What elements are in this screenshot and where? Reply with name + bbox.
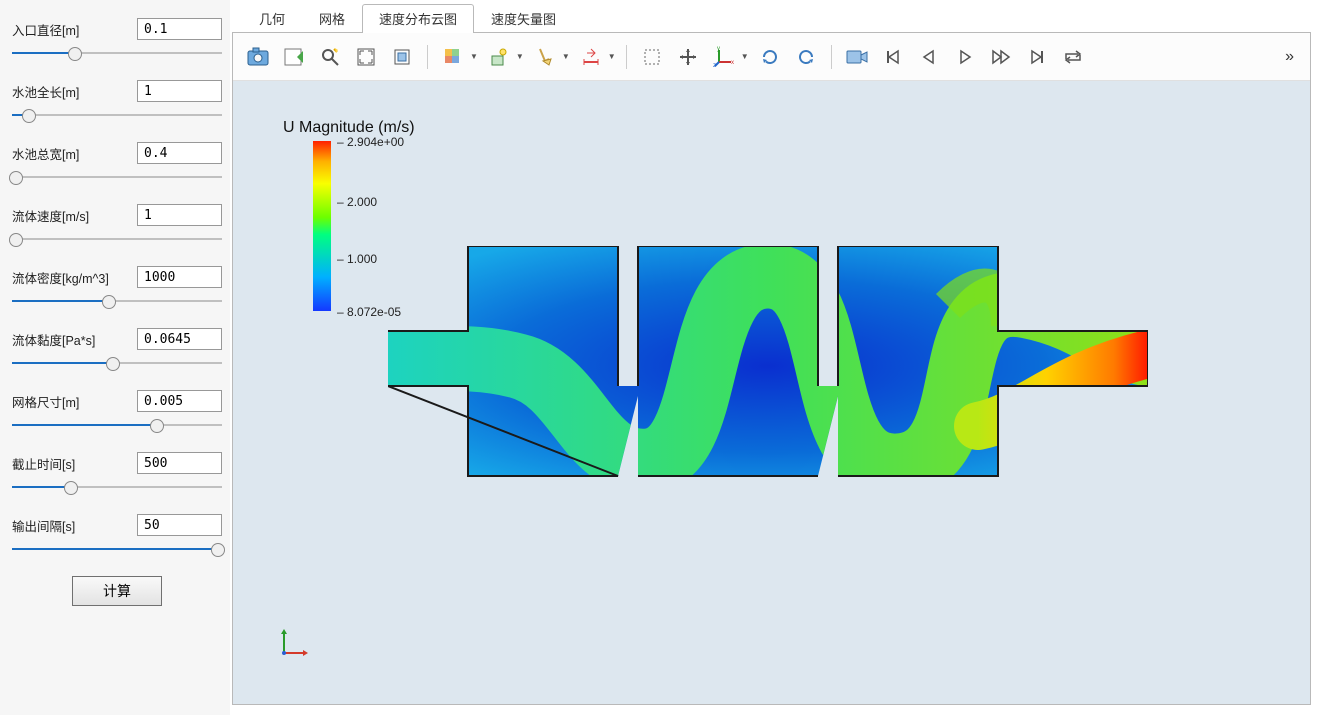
sweep-icon[interactable] xyxy=(530,42,560,72)
param-input-fluid-density[interactable] xyxy=(137,266,222,288)
param-slider-mesh-size[interactable] xyxy=(12,418,222,432)
param-label-output-interval: 输出间隔[s] xyxy=(12,516,75,535)
param-slider-end-time[interactable] xyxy=(12,480,222,494)
param-label-fluid-velocity: 流体速度[m/s] xyxy=(12,206,89,225)
main-pane: 几何网格速度分布云图速度矢量图 xyxy=(230,0,1317,715)
visibility-icon[interactable] xyxy=(484,42,514,72)
param-slider-inlet-diameter[interactable] xyxy=(12,46,222,60)
param-slider-fluid-viscosity[interactable] xyxy=(12,356,222,370)
param-slider-pool-width[interactable] xyxy=(12,170,222,184)
last-frame-icon[interactable] xyxy=(1022,42,1052,72)
orientation-triad-icon xyxy=(278,625,312,659)
dropdown-caret-icon[interactable]: ▼ xyxy=(741,52,749,61)
param-input-end-time[interactable] xyxy=(137,452,222,474)
colorbar-tick: – 2.904e+00 xyxy=(337,135,404,149)
param-label-fluid-viscosity: 流体黏度[Pa*s] xyxy=(12,330,95,349)
tab-vector-plot[interactable]: 速度矢量图 xyxy=(474,4,573,33)
first-frame-icon[interactable] xyxy=(878,42,908,72)
tab-velocity-map[interactable]: 速度分布云图 xyxy=(362,4,474,33)
param-label-pool-width: 水池总宽[m] xyxy=(12,144,79,163)
param-label-mesh-size: 网格尺寸[m] xyxy=(12,392,79,411)
param-input-pool-width[interactable] xyxy=(137,142,222,164)
param-slider-pool-length[interactable] xyxy=(12,108,222,122)
toolbar-overflow-icon[interactable]: » xyxy=(1279,44,1300,70)
rotate-ccw-icon[interactable] xyxy=(791,42,821,72)
param-label-pool-length: 水池全长[m] xyxy=(12,82,79,101)
param-label-fluid-density: 流体密度[kg/m^3] xyxy=(12,268,109,287)
zoom-icon[interactable] xyxy=(315,42,345,72)
calculate-button[interactable]: 计算 xyxy=(72,576,162,606)
camera-record-icon[interactable] xyxy=(842,42,872,72)
svg-text:x: x xyxy=(731,60,734,66)
param-input-pool-length[interactable] xyxy=(137,80,222,102)
tab-strip: 几何网格速度分布云图速度矢量图 xyxy=(242,6,1311,32)
box-select-icon[interactable] xyxy=(637,42,667,72)
param-label-inlet-diameter: 入口直径[m] xyxy=(12,20,79,39)
cfd-canvas[interactable]: U Magnitude (m/s) – 2.904e+00– 2.000– 1.… xyxy=(233,81,1310,704)
next-frame-icon[interactable] xyxy=(986,42,1016,72)
dropdown-caret-icon[interactable]: ▼ xyxy=(562,52,570,61)
param-input-output-interval[interactable] xyxy=(137,514,222,536)
dropdown-caret-icon[interactable]: ▼ xyxy=(516,52,524,61)
param-input-fluid-viscosity[interactable] xyxy=(137,328,222,350)
axes-gizmo-icon[interactable]: y x z xyxy=(709,42,739,72)
loop-icon[interactable] xyxy=(1058,42,1088,72)
param-input-mesh-size[interactable] xyxy=(137,390,222,412)
param-slider-output-interval[interactable] xyxy=(12,542,222,556)
visualization-pane: ▼ ▼ ▼ ▼ y x z ▼ xyxy=(232,32,1311,705)
dropdown-caret-icon[interactable]: ▼ xyxy=(608,52,616,61)
pan-icon[interactable] xyxy=(673,42,703,72)
ruler-icon[interactable] xyxy=(576,42,606,72)
prev-frame-icon[interactable] xyxy=(914,42,944,72)
tab-geometry[interactable]: 几何 xyxy=(242,4,302,33)
color-legend: – 2.904e+00– 2.000– 1.000– 8.072e-05 xyxy=(313,141,331,311)
rotate-cw-icon[interactable] xyxy=(755,42,785,72)
param-slider-fluid-density[interactable] xyxy=(12,294,222,308)
param-input-fluid-velocity[interactable] xyxy=(137,204,222,226)
svg-text:z: z xyxy=(713,63,716,68)
dropdown-caret-icon[interactable]: ▼ xyxy=(470,52,478,61)
fit-view-icon[interactable] xyxy=(351,42,381,72)
svg-text:y: y xyxy=(717,46,720,52)
param-input-inlet-diameter[interactable] xyxy=(137,18,222,40)
screenshot-icon[interactable] xyxy=(243,42,273,72)
play-icon[interactable] xyxy=(950,42,980,72)
param-label-end-time: 截止时间[s] xyxy=(12,454,75,473)
colorbar-tick: – 2.000 xyxy=(337,195,377,209)
velocity-contour-plot xyxy=(388,246,1148,486)
param-slider-fluid-velocity[interactable] xyxy=(12,232,222,246)
tab-mesh[interactable]: 网格 xyxy=(302,4,362,33)
save-icon[interactable] xyxy=(279,42,309,72)
fit-box-icon[interactable] xyxy=(387,42,417,72)
viewer-toolbar: ▼ ▼ ▼ ▼ y x z ▼ xyxy=(233,33,1310,81)
parameters-sidebar: 入口直径[m] 水池全长[m] 水池总宽[m] 流体速度[m/s] 流体密度[kg/m^… xyxy=(0,0,230,715)
colorbar-tick: – 1.000 xyxy=(337,252,377,266)
color-mode-icon[interactable] xyxy=(438,42,468,72)
